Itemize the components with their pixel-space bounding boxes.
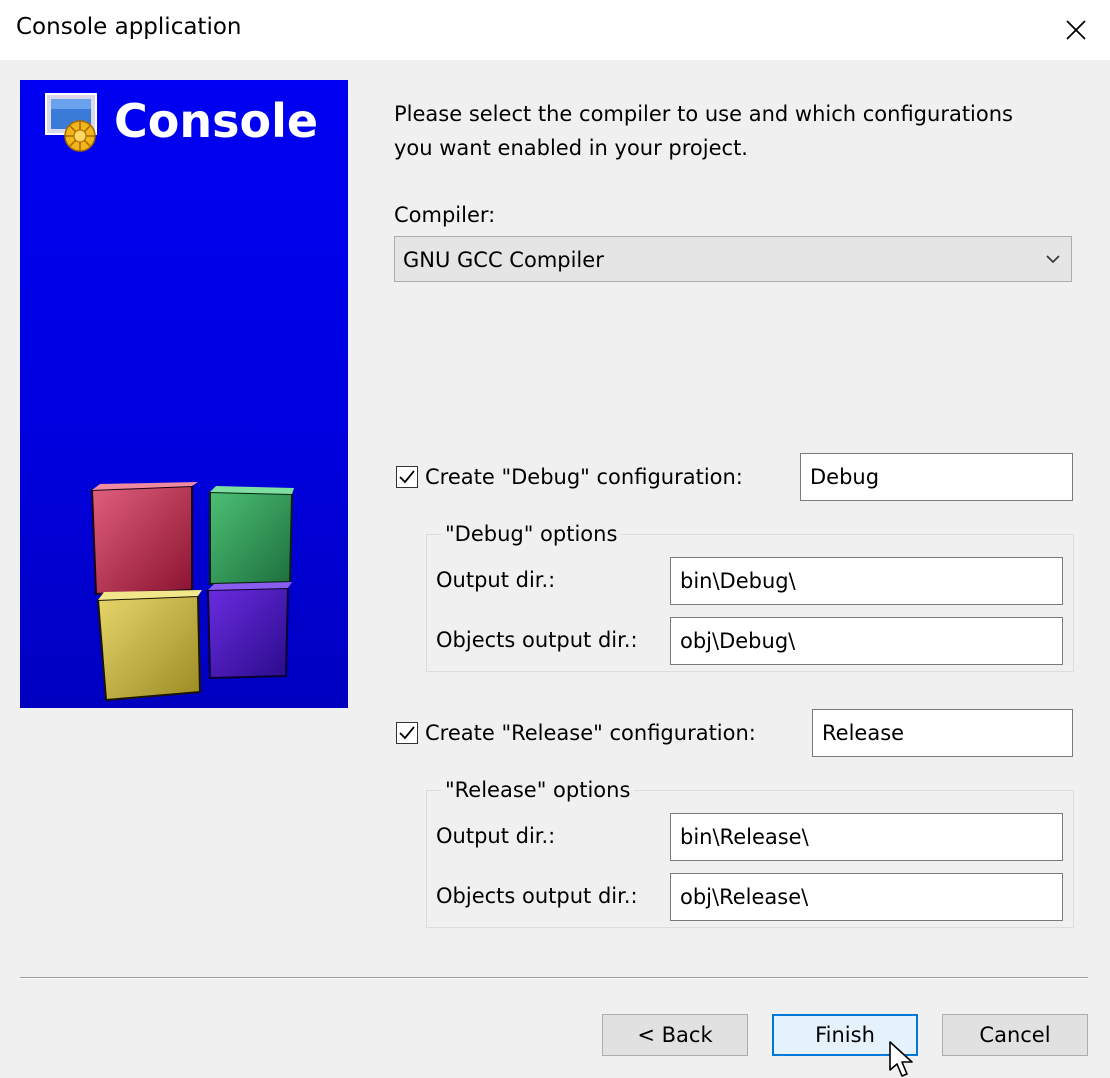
debug-checkbox-label: Create "Debug" configuration: [425, 465, 743, 489]
release-checkbox-box[interactable] [396, 722, 418, 744]
release-name-input[interactable]: Release [812, 709, 1073, 757]
checkmark-icon [399, 470, 415, 484]
cubes-logo-icon [90, 482, 294, 702]
debug-options-legend: "Debug" options [441, 517, 622, 551]
debug-name-input[interactable]: Debug [800, 453, 1073, 501]
debug-output-dir-label: Output dir.: [436, 568, 556, 592]
release-checkbox-label: Create "Release" configuration: [425, 721, 756, 745]
footer-separator [20, 977, 1088, 979]
console-logo-icon [45, 93, 97, 152]
release-output-dir-label: Output dir.: [436, 824, 556, 848]
wizard-banner: Console [20, 80, 348, 708]
intro-line-2: you want enabled in your project. [394, 136, 748, 160]
compiler-selected-value: GNU GCC Compiler [403, 248, 604, 272]
release-config-checkbox[interactable]: Create "Release" configuration: [396, 716, 756, 750]
cancel-button[interactable]: Cancel [942, 1014, 1088, 1056]
mouse-pointer-icon [889, 1041, 913, 1077]
debug-output-dir-input[interactable]: bin\Debug\ [670, 557, 1063, 605]
back-button[interactable]: < Back [602, 1014, 748, 1056]
debug-checkbox-box[interactable] [396, 466, 418, 488]
debug-objects-dir-label: Objects output dir.: [436, 628, 638, 652]
release-options-legend: "Release" options [441, 773, 635, 807]
close-icon [1066, 20, 1086, 40]
compiler-dropdown[interactable]: GNU GCC Compiler [394, 236, 1072, 282]
debug-config-checkbox[interactable]: Create "Debug" configuration: [396, 460, 743, 494]
compiler-label: Compiler: [394, 203, 496, 227]
release-output-dir-input[interactable]: bin\Release\ [670, 813, 1063, 861]
close-button[interactable] [1056, 10, 1096, 50]
window-title: Console application [16, 14, 242, 40]
chevron-down-icon [1046, 255, 1060, 264]
intro-text: Please select the compiler to use and wh… [394, 97, 1094, 165]
checkmark-icon [399, 726, 415, 740]
debug-objects-dir-input[interactable]: obj\Debug\ [670, 617, 1063, 665]
banner-title: Console [114, 94, 319, 148]
release-objects-dir-label: Objects output dir.: [436, 884, 638, 908]
title-bar: Console application [0, 0, 1110, 60]
intro-line-1: Please select the compiler to use and wh… [394, 102, 1013, 126]
release-objects-dir-input[interactable]: obj\Release\ [670, 873, 1063, 921]
